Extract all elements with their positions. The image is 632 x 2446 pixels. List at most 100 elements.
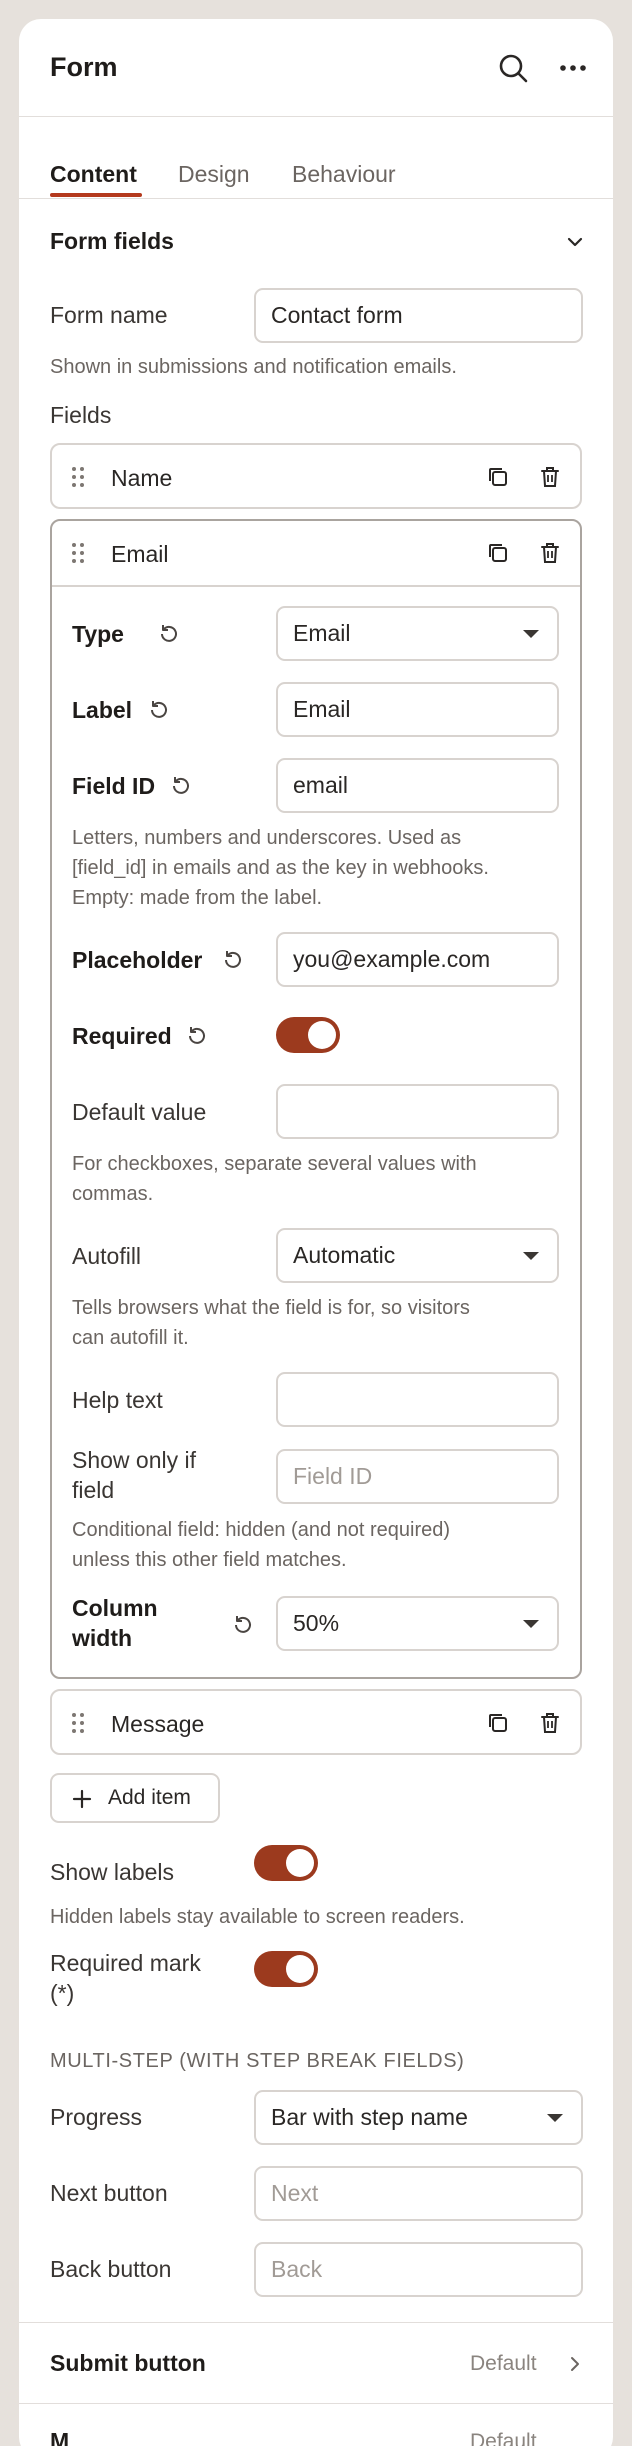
label-label: Label (72, 697, 133, 723)
show-only-if-help-line-1: Conditional field: hidden (and not requi… (72, 1519, 451, 1541)
autofill-label: Autofill (72, 1243, 142, 1269)
field-item-email-expanded: Email Type Email Label Email Field ID em… (50, 519, 582, 1679)
required-label: Required (72, 1023, 172, 1049)
column-width-select[interactable]: 50% (276, 1596, 559, 1651)
chevron-down-icon[interactable] (565, 232, 585, 252)
placeholder-input[interactable]: you@example.com (276, 932, 559, 987)
next-button-input[interactable]: Next (254, 2166, 583, 2221)
panel-title: Form (50, 52, 118, 82)
trash-icon[interactable] (537, 1710, 563, 1736)
tab-content[interactable]: Content (50, 161, 137, 188)
drag-handle-icon[interactable] (72, 467, 84, 487)
show-labels-label: Show labels (50, 1859, 175, 1885)
tab-bar: Content Design Behaviour (19, 117, 613, 199)
progress-select-value: Bar with step name (271, 2104, 468, 2130)
field-item-email-header[interactable]: Email (52, 521, 580, 587)
reset-icon[interactable] (232, 1614, 254, 1636)
fields-title: Fields (50, 402, 112, 428)
select-arrow-icon (523, 1620, 539, 1628)
required-mark-toggle[interactable] (254, 1951, 318, 1987)
type-select[interactable]: Email (276, 606, 559, 661)
drag-handle-icon[interactable] (72, 543, 84, 563)
default-value-label: Default value (72, 1099, 207, 1125)
autofill-help-line-2: can autofill it. (72, 1327, 189, 1349)
field-item-label: Email (111, 541, 169, 567)
active-tab-indicator (50, 193, 142, 197)
form-name-label: Form name (50, 302, 168, 328)
reset-icon[interactable] (222, 949, 244, 971)
submit-button-value: Default (470, 2352, 537, 2375)
show-only-if-input[interactable]: Field ID (276, 1449, 559, 1504)
field-item-label: Name (111, 465, 173, 491)
toggle-knob (308, 1021, 336, 1049)
progress-select[interactable]: Bar with step name (254, 2090, 583, 2145)
help-text-input[interactable] (276, 1372, 559, 1427)
next-button-label: Next button (50, 2180, 168, 2206)
reset-icon[interactable] (186, 1025, 208, 1047)
field-id-help-line-3: Empty: made from the label. (72, 887, 323, 909)
column-width-select-value: 50% (293, 1610, 340, 1636)
field-id-input[interactable]: email (276, 758, 559, 813)
select-arrow-icon (523, 630, 539, 638)
add-item-label: Add item (108, 1786, 191, 1809)
next-section-value: Default (470, 2430, 537, 2446)
multistep-heading: MULTI-STEP (WITH STEP BREAK FIELDS) (50, 2050, 465, 2072)
duplicate-icon[interactable] (485, 1710, 511, 1736)
show-only-if-label-line-2: field (72, 1477, 115, 1503)
required-toggle[interactable] (276, 1017, 340, 1053)
progress-label: Progress (50, 2104, 143, 2130)
default-value-help-line-1: For checkboxes, separate several values … (72, 1153, 477, 1175)
search-icon[interactable] (495, 50, 531, 86)
show-only-if-help-line-2: unless this other field matches. (72, 1549, 347, 1571)
column-width-label-line-2: width (72, 1625, 133, 1651)
type-select-value: Email (293, 620, 351, 646)
select-arrow-icon (523, 1252, 539, 1260)
required-mark-label-line-1: Required mark (50, 1950, 201, 1976)
autofill-help-line-1: Tells browsers what the field is for, so… (72, 1297, 470, 1319)
column-width-label-line-1: Column (72, 1595, 158, 1621)
field-item-message[interactable]: Message (50, 1689, 582, 1755)
autofill-select[interactable]: Automatic (276, 1228, 559, 1283)
more-horizontal-icon[interactable] (555, 50, 591, 86)
section-title: Form fields (50, 228, 174, 254)
plus-icon (72, 1789, 92, 1809)
settings-panel: Form Content Design Behaviour Form field… (19, 19, 613, 2446)
select-arrow-icon (547, 2114, 563, 2122)
submit-button-label: Submit button (50, 2350, 206, 2376)
add-item-button[interactable]: Add item (50, 1773, 220, 1823)
next-section-label: M (50, 2428, 70, 2446)
back-button-input[interactable]: Back (254, 2242, 583, 2297)
duplicate-icon[interactable] (485, 540, 511, 566)
field-item-name[interactable]: Name (50, 443, 582, 509)
label-input[interactable]: Email (276, 682, 559, 737)
required-mark-label-line-2: (*) (50, 1980, 75, 2006)
reset-icon[interactable] (170, 775, 192, 797)
show-labels-toggle[interactable] (254, 1845, 318, 1881)
trash-icon[interactable] (537, 540, 563, 566)
trash-icon[interactable] (537, 464, 563, 490)
type-label: Type (72, 621, 124, 647)
show-labels-help: Hidden labels stay available to screen r… (50, 1906, 465, 1928)
form-name-input[interactable]: Contact form (254, 288, 583, 343)
next-section-row[interactable]: M Default (19, 2404, 613, 2446)
reset-icon[interactable] (148, 699, 170, 721)
default-value-input[interactable] (276, 1084, 559, 1139)
field-id-help-line-1: Letters, numbers and underscores. Used a… (72, 827, 462, 849)
drag-handle-icon[interactable] (72, 1713, 84, 1733)
autofill-select-value: Automatic (293, 1242, 396, 1268)
toggle-knob (286, 1849, 314, 1877)
reset-icon[interactable] (158, 623, 180, 645)
duplicate-icon[interactable] (485, 464, 511, 490)
field-id-help-line-2: [field_id] in emails and as the key in w… (72, 857, 489, 879)
tab-behaviour[interactable]: Behaviour (292, 161, 396, 188)
submit-button-row[interactable]: Submit button Default (19, 2323, 613, 2403)
back-button-label: Back button (50, 2256, 172, 2282)
field-id-label: Field ID (72, 773, 156, 799)
placeholder-label: Placeholder (72, 947, 203, 973)
field-item-label: Message (111, 1711, 205, 1737)
toggle-knob (286, 1955, 314, 1983)
chevron-right-icon (567, 2354, 583, 2374)
tab-design[interactable]: Design (178, 161, 250, 188)
panel-header: Form (19, 19, 613, 117)
form-name-help: Shown in submissions and notification em… (50, 356, 457, 378)
